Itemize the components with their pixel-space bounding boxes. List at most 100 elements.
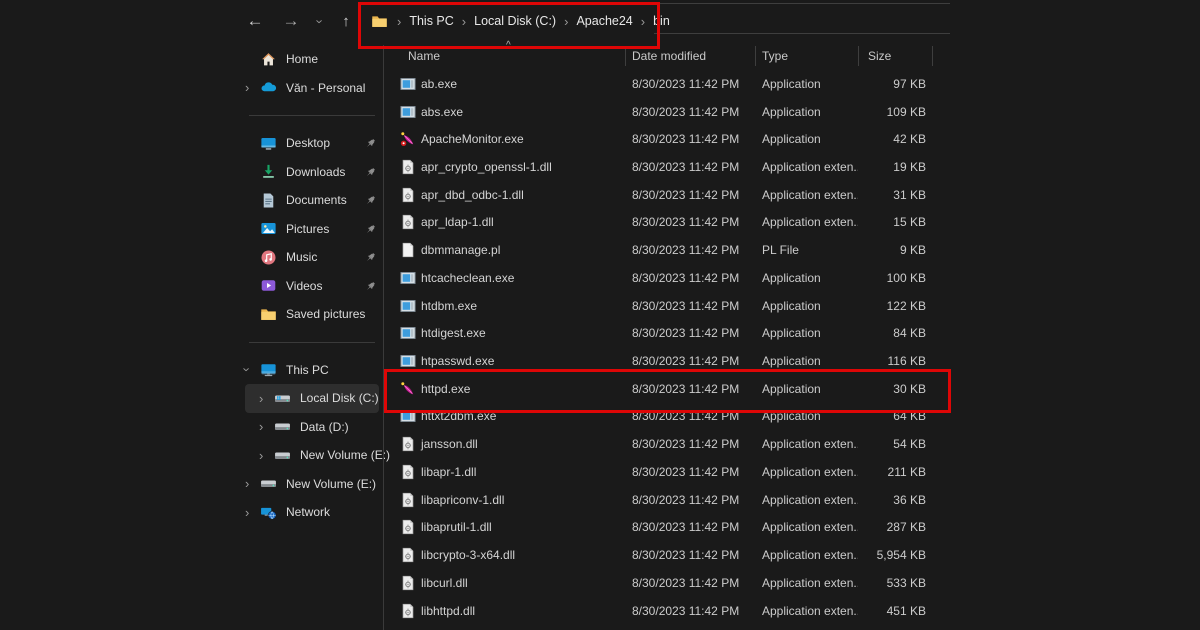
chevron-collapsed-icon: › — [245, 80, 249, 95]
breadcrumb-segment[interactable]: Apache24 — [576, 14, 632, 28]
application-icon — [400, 104, 416, 120]
forward-button[interactable]: → — [279, 11, 303, 31]
dll-icon — [400, 603, 416, 619]
folder-icon — [371, 13, 388, 30]
breadcrumb-segment[interactable]: This PC — [409, 14, 453, 28]
table-row-htdbm-exe[interactable]: htdbm.exe 8/30/2023 11:42 PM Application… — [384, 292, 950, 320]
sidebar-item-chevron[interactable]: › — [245, 80, 260, 95]
table-row-libcurl-dll[interactable]: libcurl.dll 8/30/2023 11:42 PM Applicati… — [384, 569, 950, 597]
sidebar-item-label: Data (D:) — [300, 420, 349, 434]
table-row-htpasswd-exe[interactable]: htpasswd.exe 8/30/2023 11:42 PM Applicat… — [384, 347, 950, 375]
sidebar-item-v-n-personal[interactable]: › Văn - Personal — [245, 74, 379, 103]
file-name: libcurl.dll — [421, 576, 468, 590]
table-row-apachemonitor-exe[interactable]: ApacheMonitor.exe 8/30/2023 11:42 PM App… — [384, 125, 950, 153]
pin-icon — [364, 280, 377, 293]
pin-icon — [364, 137, 377, 150]
breadcrumb-segment[interactable]: bin — [653, 14, 670, 28]
sidebar-item-label: Downloads — [286, 165, 345, 179]
sidebar-divider — [249, 115, 375, 116]
table-row-httpd-exe[interactable]: httpd.exe 8/30/2023 11:42 PM Application… — [384, 375, 950, 403]
folder-icon — [371, 13, 389, 29]
pin-icon — [364, 223, 377, 236]
table-row-apr-ldap-1-dll[interactable]: apr_ldap-1.dll 8/30/2023 11:42 PM Applic… — [384, 209, 950, 237]
table-row-htcacheclean-exe[interactable]: htcacheclean.exe 8/30/2023 11:42 PM Appl… — [384, 264, 950, 292]
drive-icon — [260, 475, 277, 492]
sidebar-item-chevron[interactable]: › — [259, 448, 274, 463]
column-header-size[interactable]: Size — [868, 49, 891, 63]
sidebar-item-music[interactable]: Music — [245, 243, 379, 272]
back-button[interactable]: ← — [243, 11, 267, 31]
sidebar-item-new-volume-e[interactable]: › New Volume (E:) — [245, 441, 379, 470]
table-row-abs-exe[interactable]: abs.exe 8/30/2023 11:42 PM Application 1… — [384, 98, 950, 126]
file-date-modified: 8/30/2023 11:42 PM — [632, 576, 739, 590]
address-bar-top-border — [362, 3, 950, 4]
file-date-modified: 8/30/2023 11:42 PM — [632, 465, 739, 479]
sidebar-item-chevron[interactable]: › — [245, 476, 260, 491]
file-name: htcacheclean.exe — [421, 271, 514, 285]
sidebar-item-chevron[interactable]: › — [245, 362, 260, 377]
column-header-date-modified[interactable]: Date modified — [632, 49, 706, 63]
pin-icon — [364, 251, 377, 264]
file-name: libcrypto-3-x64.dll — [421, 548, 515, 562]
table-row-httxt2dbm-exe[interactable]: httxt2dbm.exe 8/30/2023 11:42 PM Applica… — [384, 403, 950, 431]
file-size: 9 KB — [839, 243, 926, 257]
recent-locations-chevron-icon[interactable]: › — [311, 14, 329, 29]
sidebar-item-label: Documents — [286, 193, 347, 207]
sidebar-item-local-disk-c[interactable]: › Local Disk (C:) — [245, 384, 379, 413]
sidebar-item-saved-pictures[interactable]: Saved pictures — [245, 300, 379, 329]
application-icon — [400, 270, 416, 286]
table-row-libcrypto-3-x64-dll[interactable]: libcrypto-3-x64.dll 8/30/2023 11:42 PM A… — [384, 541, 950, 569]
application-icon — [400, 353, 416, 369]
dll-icon — [400, 464, 416, 480]
sidebar-item-label: Desktop — [286, 136, 330, 150]
file-list: ab.exe 8/30/2023 11:42 PM Application 97… — [384, 70, 950, 624]
pin-icon — [364, 166, 377, 179]
chevron-collapsed-icon: › — [259, 391, 263, 406]
sidebar-item-this-pc[interactable]: › This PC — [245, 356, 379, 385]
up-button[interactable]: ↑ — [335, 13, 357, 30]
drive-icon — [274, 447, 291, 464]
table-row-libhttpd-dll[interactable]: libhttpd.dll 8/30/2023 11:42 PM Applicat… — [384, 597, 950, 625]
table-row-apr-dbd-odbc-1-dll[interactable]: apr_dbd_odbc-1.dll 8/30/2023 11:42 PM Ap… — [384, 181, 950, 209]
sidebar-item-pictures[interactable]: Pictures — [245, 215, 379, 244]
table-row-dbmmanage-pl[interactable]: dbmmanage.pl 8/30/2023 11:42 PM PL File … — [384, 236, 950, 264]
sidebar-item-label: Local Disk (C:) — [300, 391, 379, 405]
table-row-libaprutil-1-dll[interactable]: libaprutil-1.dll 8/30/2023 11:42 PM Appl… — [384, 514, 950, 542]
table-row-htdigest-exe[interactable]: htdigest.exe 8/30/2023 11:42 PM Applicat… — [384, 319, 950, 347]
address-bar-bottom-border — [654, 33, 950, 34]
table-row-ab-exe[interactable]: ab.exe 8/30/2023 11:42 PM Application 97… — [384, 70, 950, 98]
table-row-libapriconv-1-dll[interactable]: libapriconv-1.dll 8/30/2023 11:42 PM App… — [384, 486, 950, 514]
sidebar-item-chevron[interactable]: › — [245, 505, 260, 520]
file-name: abs.exe — [421, 105, 463, 119]
sidebar-item-new-volume-e[interactable]: › New Volume (E:) — [245, 470, 379, 499]
table-row-apr-crypto-openssl-1-dll[interactable]: apr_crypto_openssl-1.dll 8/30/2023 11:42… — [384, 153, 950, 181]
sidebar-item-desktop[interactable]: Desktop — [245, 129, 379, 158]
breadcrumb-segment[interactable]: Local Disk (C:) — [474, 14, 556, 28]
sidebar-item-home[interactable]: Home — [245, 45, 379, 74]
file-name: htdigest.exe — [421, 326, 486, 340]
chevron-collapsed-icon: › — [259, 419, 263, 434]
column-header-name[interactable]: Name — [408, 49, 440, 63]
sidebar-item-videos[interactable]: Videos — [245, 272, 379, 301]
file-date-modified: 8/30/2023 11:42 PM — [632, 243, 739, 257]
column-header-type[interactable]: Type — [762, 49, 788, 63]
onedrive-icon — [260, 79, 277, 96]
file-size: 116 KB — [839, 354, 926, 368]
sidebar-item-downloads[interactable]: Downloads — [245, 158, 379, 187]
file-date-modified: 8/30/2023 11:42 PM — [632, 382, 739, 396]
sidebar-item-documents[interactable]: Documents — [245, 186, 379, 215]
table-row-jansson-dll[interactable]: jansson.dll 8/30/2023 11:42 PM Applicati… — [384, 430, 950, 458]
sidebar-item-data-d[interactable]: › Data (D:) — [245, 413, 379, 442]
home-icon — [260, 51, 277, 68]
sidebar-item-label: Home — [286, 52, 318, 66]
file-name: jansson.dll — [421, 437, 478, 451]
folder-icon — [260, 306, 277, 323]
sidebar-item-chevron[interactable]: › — [259, 391, 274, 406]
file-size: 533 KB — [839, 576, 926, 590]
application-icon — [400, 76, 416, 92]
table-row-libapr-1-dll[interactable]: libapr-1.dll 8/30/2023 11:42 PM Applicat… — [384, 458, 950, 486]
sidebar-item-network[interactable]: › Network — [245, 498, 379, 527]
sidebar-item-chevron[interactable]: › — [259, 419, 274, 434]
navigation-toolbar: ← → › ↑ — [243, 6, 357, 36]
sidebar-item-label: New Volume (E:) — [300, 448, 390, 462]
